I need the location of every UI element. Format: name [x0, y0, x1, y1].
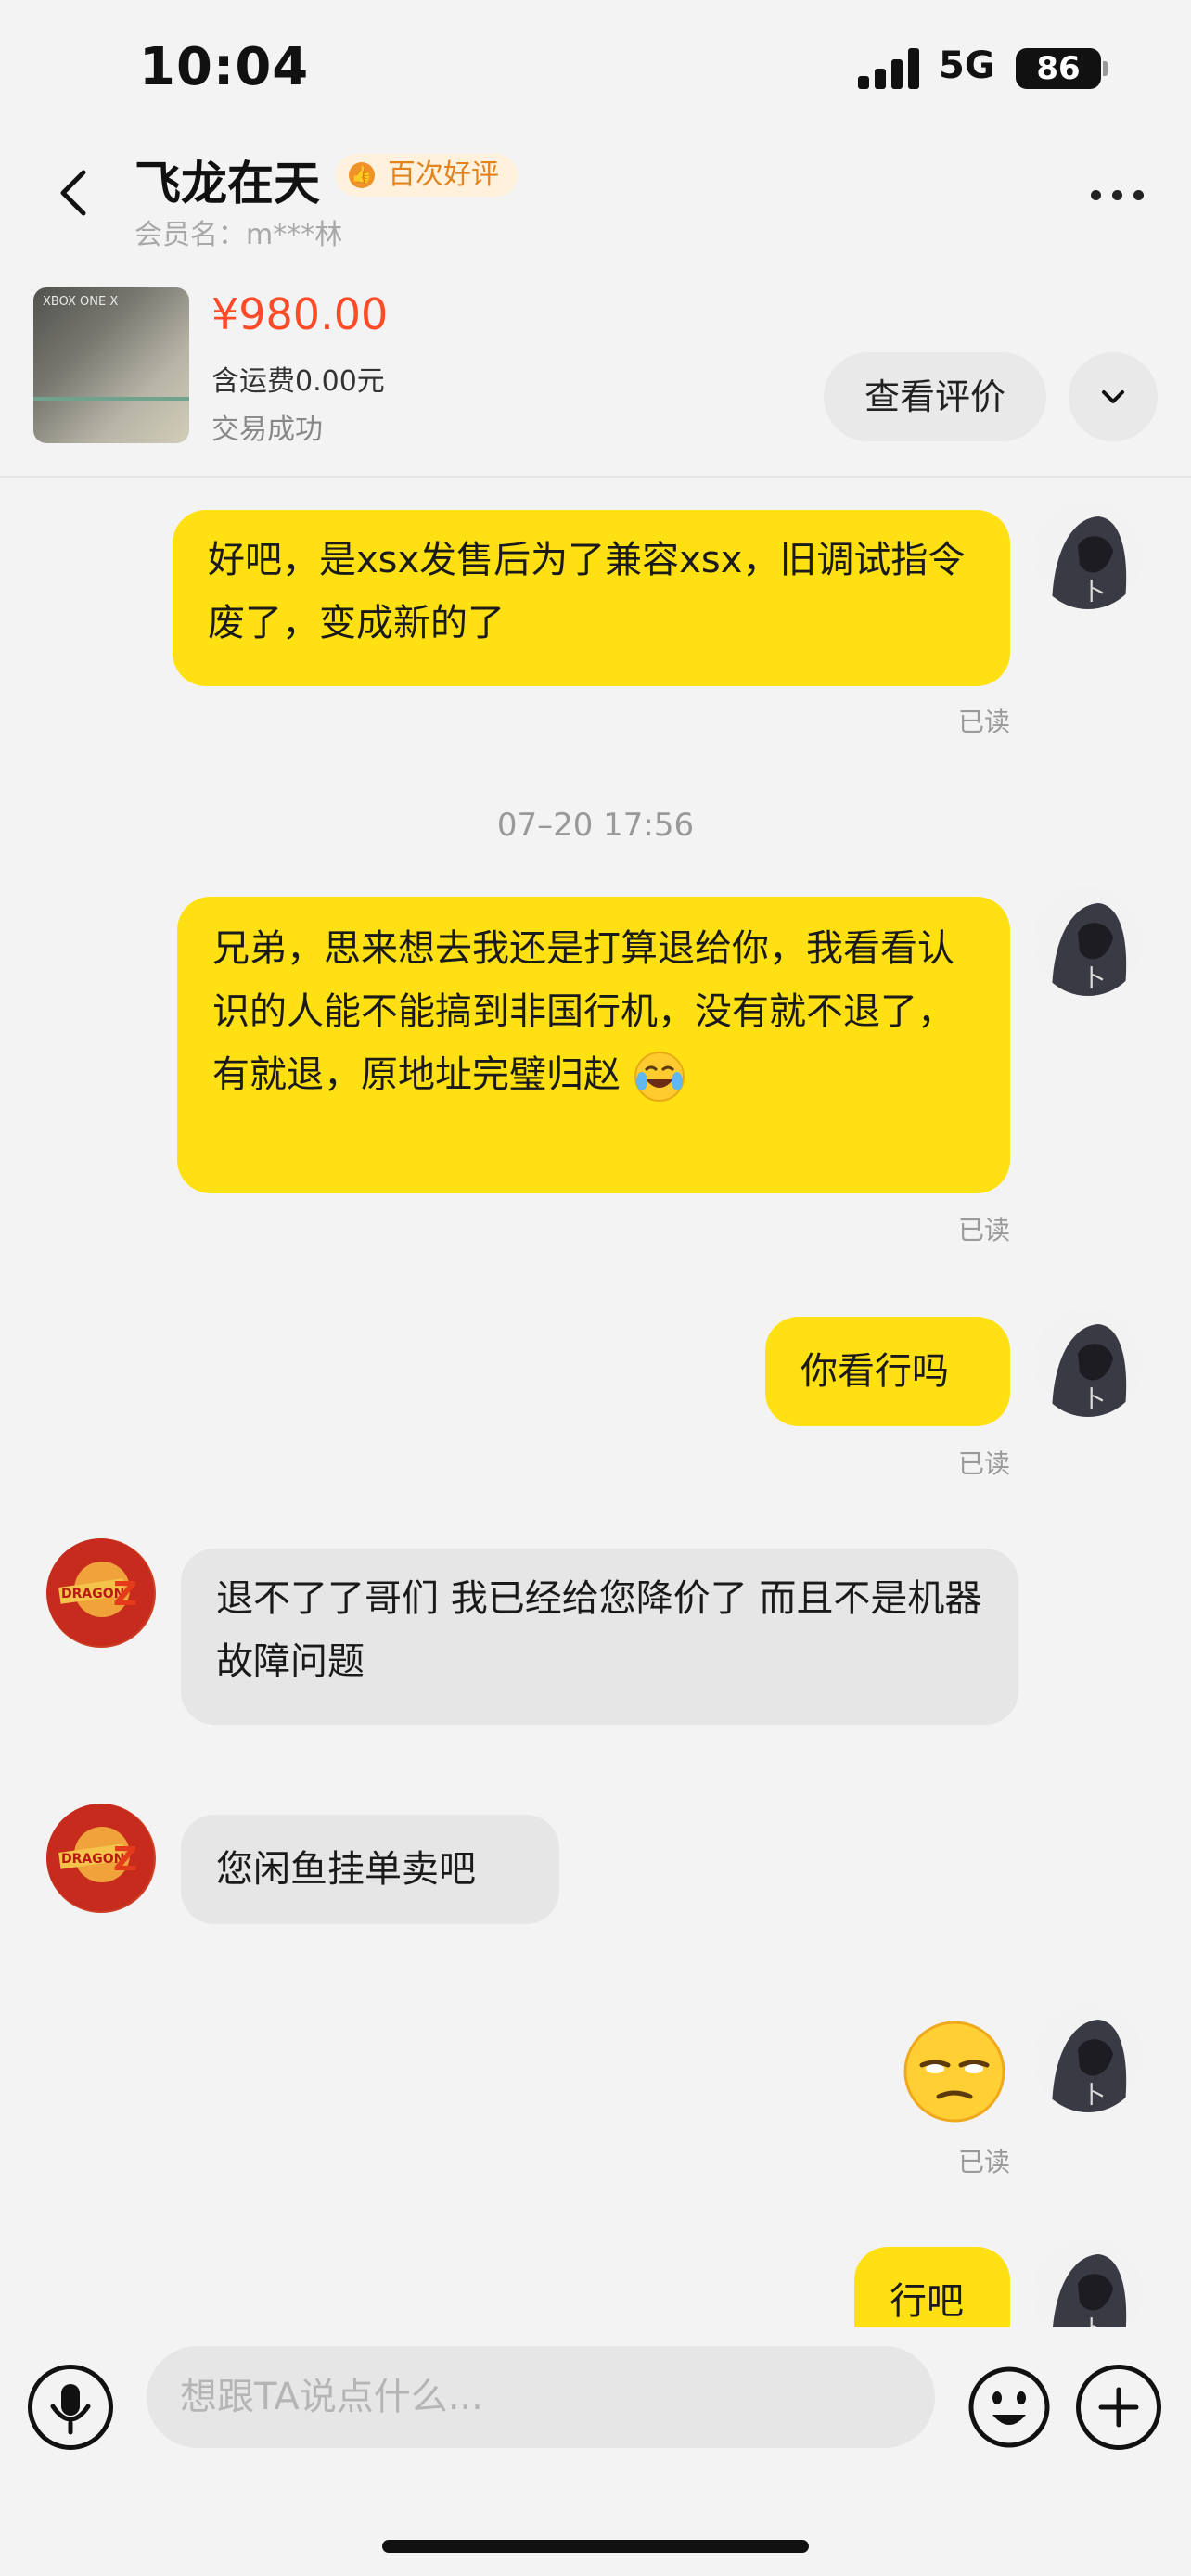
peer-avatar[interactable]: DRAGON Z	[46, 1804, 156, 1913]
svg-text:卜: 卜	[1082, 2316, 1106, 2327]
input-bar	[0, 2327, 1191, 2576]
network-type: 5G	[939, 45, 995, 87]
message-bubble[interactable]: 兄弟，思来想去我还是打算退给你，我看看认识的人能不能搞到非国行机，没有就不退了，…	[177, 897, 1010, 1193]
battery-tip	[1103, 61, 1108, 76]
svg-text:卜: 卜	[1082, 1386, 1106, 1414]
my-avatar[interactable]: 卜	[1033, 2238, 1143, 2327]
my-avatar[interactable]: 卜	[1033, 1307, 1143, 1417]
chevron-down-icon	[1102, 390, 1124, 403]
read-receipt: 已读	[958, 1215, 1011, 1245]
svg-text:卜: 卜	[1082, 2082, 1106, 2110]
shipping-fee: 含运费0.00元	[211, 365, 385, 398]
peer-avatar[interactable]: DRAGON Z	[46, 1538, 156, 1648]
more-dots-icon[interactable]	[1085, 185, 1150, 204]
message-bubble[interactable]: 退不了了哥们 我已经给您降价了 而且不是机器故障问题	[181, 1549, 1018, 1725]
deal-status: 交易成功	[211, 414, 323, 446]
svg-text:卜: 卜	[1082, 579, 1106, 606]
read-receipt: 已读	[958, 2147, 1011, 2177]
chat-messages[interactable]: 好吧，是xsx发售后为了兼容xsx，旧调试指令废了，变成新的了 卜 已读 07–…	[0, 479, 1191, 2327]
my-avatar[interactable]: 卜	[1033, 500, 1143, 609]
my-avatar[interactable]: 卜	[1033, 2003, 1143, 2112]
battery-icon: 86	[1016, 48, 1101, 89]
product-thumbnail[interactable]: XBOX ONE X	[33, 287, 189, 443]
product-price: ¥980.00	[211, 289, 389, 339]
read-receipt: 已读	[958, 1448, 1011, 1479]
message-text: 你看行吗	[800, 1350, 949, 1393]
read-receipt: 已读	[958, 707, 1011, 737]
my-avatar[interactable]: 卜	[1033, 886, 1143, 996]
message-text: 您闲鱼挂单卖吧	[216, 1848, 476, 1891]
emoji-icon[interactable]	[967, 2365, 1052, 2450]
peer-name[interactable]: 飞龙在天	[134, 147, 320, 213]
signal-icon	[858, 48, 921, 89]
message-text: 退不了了哥们 我已经给您降价了 而且不是机器故障问题	[216, 1577, 982, 1683]
microphone-icon[interactable]	[28, 2365, 113, 2450]
message-bubble[interactable]: 你看行吗	[765, 1317, 1010, 1426]
product-thumbnail-mark: XBOX ONE X	[43, 295, 119, 309]
message-bubble[interactable]: 您闲鱼挂单卖吧	[181, 1815, 559, 1924]
thumbs-up-icon: 👍	[349, 162, 375, 188]
message-text: 行吧	[890, 2280, 964, 2323]
plus-icon[interactable]	[1076, 2365, 1161, 2450]
svg-text:卜: 卜	[1082, 965, 1106, 993]
expand-button[interactable]	[1069, 352, 1158, 441]
message-text: 好吧，是xsx发售后为了兼容xsx，旧调试指令废了，变成新的了	[208, 539, 966, 644]
chat-header: 飞龙在天 👍 百次好评 会员名：m***林	[0, 139, 1191, 255]
crying-laughing-emoji-icon	[634, 1052, 685, 1102]
home-indicator	[382, 2540, 809, 2553]
message-timestamp: 07–20 17:56	[496, 807, 695, 844]
rating-badge-label: 百次好评	[388, 159, 499, 191]
view-review-button[interactable]: 查看评价	[824, 352, 1046, 441]
message-bubble[interactable]: 行吧	[854, 2247, 1010, 2327]
product-card[interactable]: XBOX ONE X ¥980.00 含运费0.00元 交易成功 查看评价	[0, 269, 1191, 478]
message-bubble[interactable]: 好吧，是xsx发售后为了兼容xsx，旧调试指令废了，变成新的了	[173, 510, 1010, 686]
product-thumbnail-stripe	[33, 397, 189, 401]
member-name: 会员名：m***林	[134, 219, 343, 251]
back-arrow-icon[interactable]	[48, 165, 104, 221]
status-bar: 10:04 5G 86	[0, 0, 1191, 139]
svg-text:Z: Z	[113, 1841, 137, 1879]
svg-text:Z: Z	[113, 1575, 137, 1613]
message-text: 兄弟，思来想去我还是打算退给你，我看看认识的人能不能搞到非国行机，没有就不退了，…	[212, 927, 954, 1096]
unamused-face-sticker-icon[interactable]	[903, 2021, 1005, 2123]
rating-badge: 👍 百次好评	[336, 154, 518, 197]
status-time: 10:04	[139, 37, 310, 97]
message-input[interactable]	[147, 2346, 935, 2448]
